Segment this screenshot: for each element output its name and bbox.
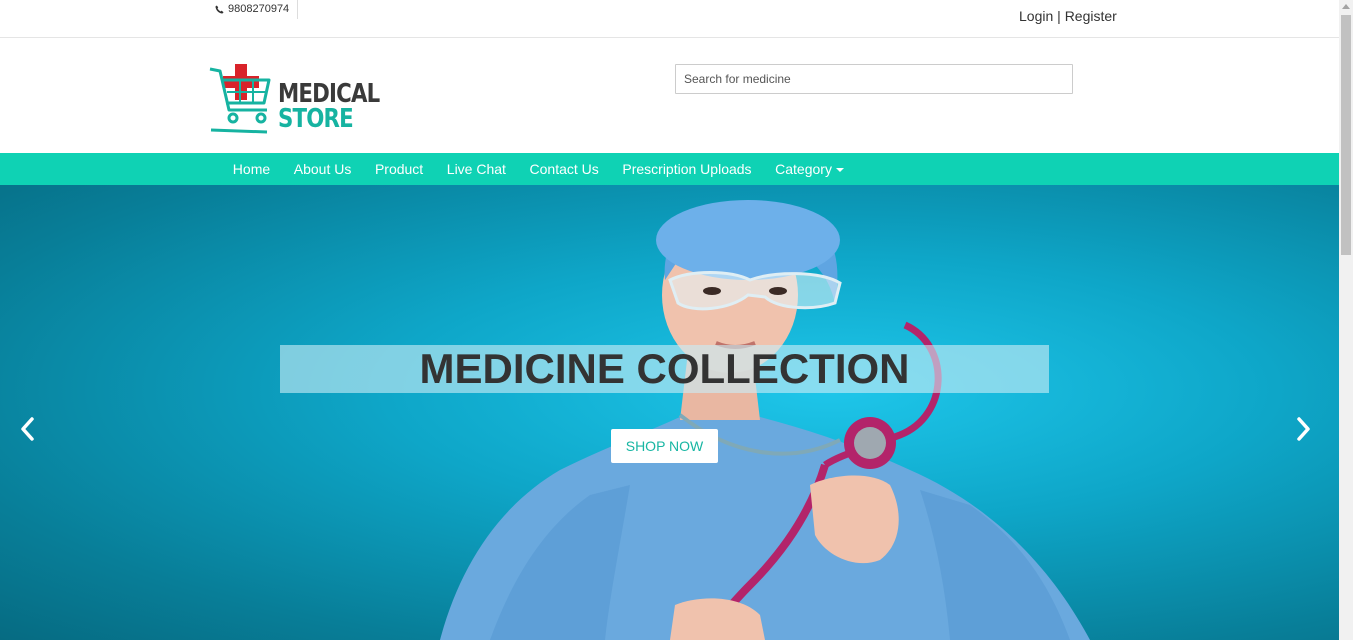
phone-number: 9808270974 (228, 3, 290, 15)
search-input[interactable] (675, 64, 1073, 94)
carousel-prev-button[interactable] (15, 414, 41, 444)
logo-text: MEDICAL STORE (278, 81, 380, 134)
login-link[interactable]: Login (1019, 8, 1053, 24)
doctor-image (440, 200, 1090, 640)
register-link[interactable]: Register (1065, 8, 1117, 24)
chevron-left-icon (21, 417, 34, 441)
main-navbar: Home About Us Product Live Chat Contact … (0, 153, 1339, 185)
nav-item-product[interactable]: Product (363, 153, 435, 185)
top-bar: 9808270974 Login | Register (0, 0, 1339, 38)
cart-cross-icon (209, 64, 271, 134)
nav-item-home[interactable]: Home (221, 153, 282, 185)
carousel-next-button[interactable] (1290, 414, 1316, 444)
shop-now-button[interactable]: SHOP NOW (611, 429, 718, 463)
scrollbar-thumb[interactable] (1341, 15, 1351, 255)
auth-links: Login | Register (1019, 8, 1117, 24)
nav-item-prescription-uploads[interactable]: Prescription Uploads (611, 153, 764, 185)
nav-menu: Home About Us Product Live Chat Contact … (221, 153, 856, 185)
nav-item-category[interactable]: Category (763, 153, 855, 185)
phone-contact: 9808270974 (215, 0, 299, 19)
phone-icon (215, 5, 224, 14)
caret-down-icon (835, 168, 844, 173)
site-logo[interactable]: MEDICAL STORE (207, 62, 380, 137)
scroll-up-icon[interactable] (1342, 4, 1350, 9)
nav-item-category-label: Category (775, 161, 832, 177)
hero-caption: MEDICINE COLLECTION (419, 345, 910, 392)
auth-separator: | (1053, 8, 1065, 24)
nav-item-live-chat[interactable]: Live Chat (435, 153, 518, 185)
page-scrollbar[interactable] (1339, 0, 1353, 640)
nav-item-about-us[interactable]: About Us (282, 153, 363, 185)
page: 9808270974 Login | Register MEDICAL STOR… (0, 0, 1339, 640)
chevron-right-icon (1297, 417, 1310, 441)
nav-item-contact-us[interactable]: Contact Us (518, 153, 611, 185)
logo-line-store: STORE (278, 104, 354, 134)
hero-carousel: MEDICINE COLLECTION SHOP NOW (0, 185, 1339, 640)
header: MEDICAL STORE (0, 38, 1339, 153)
